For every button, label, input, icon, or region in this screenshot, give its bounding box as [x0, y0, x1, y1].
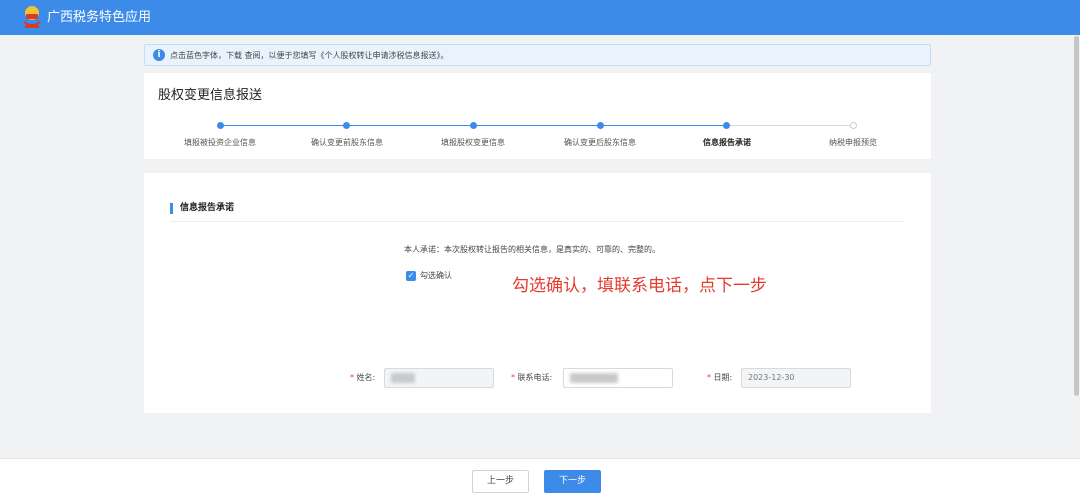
footer-bar: 上一步 下一步 [0, 458, 1080, 501]
page-title: 股权变更信息报送 [158, 88, 263, 103]
notice-banner: i 点击蓝色字体，下载 查阅，以便于您填写《个人股权转让申请涉税信息报送》。 [144, 44, 931, 66]
section-title: 信息报告承诺 [180, 203, 235, 213]
steps-panel: 股权变更信息报送 填报被投资企业信息 确认变更前股东信息 填报股权变更信息 确认… [144, 73, 931, 159]
date-label: * 日期: [707, 372, 732, 383]
step-dot-4 [597, 122, 604, 129]
app-title: 广西税务特色应用 [47, 10, 152, 25]
step-label-3: 填报股权变更信息 [441, 138, 505, 147]
confirm-checkbox[interactable]: ✓ [406, 271, 416, 281]
step-dot-2 [343, 122, 350, 129]
date-label-text: 日期: [713, 373, 733, 382]
section-divider [170, 221, 904, 222]
phone-field[interactable] [563, 368, 673, 388]
tax-emblem-icon [23, 6, 41, 28]
phone-label-text: 联系电话: [517, 373, 553, 382]
info-icon: i [153, 49, 165, 61]
confirm-checkbox-label[interactable]: 勾选确认 [420, 270, 452, 281]
section-accent-bar [170, 203, 173, 214]
date-field[interactable]: 2023-12-30 [741, 368, 851, 388]
required-mark: * [707, 373, 711, 382]
required-mark: * [511, 373, 515, 382]
step-label-5: 信息报告承诺 [703, 138, 751, 147]
notice-text[interactable]: 点击蓝色字体，下载 查阅，以便于您填写《个人股权转让申请涉税信息报送》。 [170, 50, 449, 61]
pledge-panel: 信息报告承诺 本人承诺：本次股权转让报告的相关信息，是真实的、可靠的、完整的。 … [144, 173, 931, 413]
step-dot-5 [723, 122, 730, 129]
progress-line-pending [727, 125, 853, 126]
step-dot-6 [850, 122, 857, 129]
top-bar: 广西税务特色应用 [0, 0, 1080, 35]
next-step-button[interactable]: 下一步 [544, 470, 601, 493]
step-dot-3 [470, 122, 477, 129]
redacted-phone [570, 373, 618, 383]
step-label-6: 纳税申报预览 [829, 138, 877, 147]
step-label-4: 确认变更后股东信息 [564, 138, 636, 147]
pledge-text: 本人承诺：本次股权转让报告的相关信息，是真实的、可靠的、完整的。 [404, 245, 660, 254]
redacted-name [391, 373, 415, 383]
name-label-text: 姓名: [356, 373, 376, 382]
required-mark: * [350, 373, 354, 382]
instruction-annotation: 勾选确认，填联系电话，点下一步 [512, 276, 767, 296]
name-label: * 姓名: [350, 372, 375, 383]
step-label-2: 确认变更前股东信息 [311, 138, 383, 147]
page-scrollbar[interactable] [1074, 36, 1079, 396]
prev-step-button[interactable]: 上一步 [472, 470, 529, 493]
step-label-1: 填报被投资企业信息 [184, 138, 256, 147]
step-dot-1 [217, 122, 224, 129]
name-field[interactable] [384, 368, 494, 388]
phone-label: * 联系电话: [511, 372, 552, 383]
